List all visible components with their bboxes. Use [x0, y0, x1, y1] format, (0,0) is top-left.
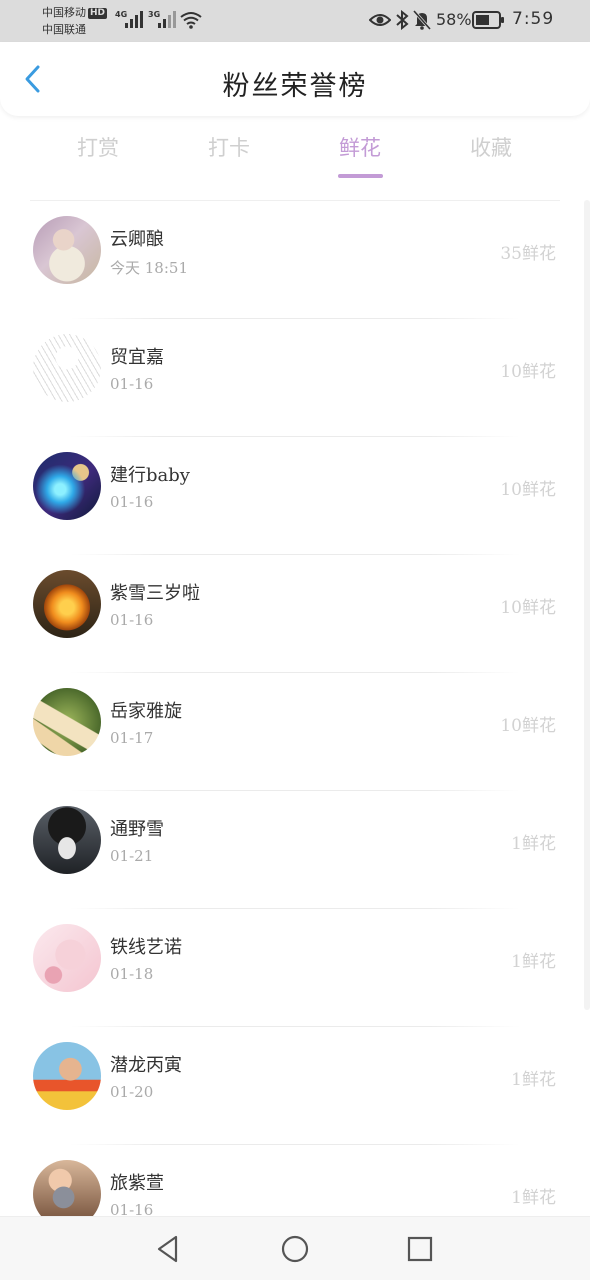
signal-strength-1-icon	[125, 11, 143, 28]
fan-name: 铁线艺诺	[110, 937, 182, 958]
flower-count: 1鲜花	[511, 1070, 556, 1090]
bluetooth-icon	[396, 10, 409, 30]
header: 粉丝荣誉榜	[0, 42, 590, 116]
avatar[interactable]	[33, 806, 101, 874]
fan-name: 岳家雅旋	[110, 701, 182, 722]
carrier-primary-label: 中国移动	[42, 6, 86, 19]
flower-count: 10鲜花	[500, 480, 556, 500]
tab-favorites[interactable]: 收藏	[441, 132, 541, 162]
flower-count: 1鲜花	[511, 834, 556, 854]
fan-name: 潜龙丙寅	[110, 1055, 182, 1076]
fan-name: 通野雪	[110, 819, 164, 840]
bell-muted-icon	[413, 10, 431, 30]
clock: 7:59	[512, 9, 555, 29]
nav-recents-button[interactable]	[402, 1231, 438, 1267]
avatar[interactable]	[33, 216, 101, 284]
fan-date: 今天 18:51	[110, 259, 188, 277]
fan-row[interactable]: 岳家雅旋 01-17 10鲜花	[0, 673, 590, 791]
active-tab-indicator	[338, 174, 383, 178]
avatar[interactable]	[33, 1160, 101, 1216]
fan-date: 01-16	[110, 493, 154, 511]
flower-count: 1鲜花	[511, 952, 556, 972]
home-circle-icon	[281, 1235, 309, 1263]
avatar[interactable]	[33, 1042, 101, 1110]
fan-name: 贸宜嘉	[110, 347, 164, 368]
avatar[interactable]	[33, 334, 101, 402]
fan-name: 建行baby	[110, 465, 190, 486]
tab-reward[interactable]: 打赏	[48, 132, 148, 162]
flower-count: 10鲜花	[500, 362, 556, 382]
fan-row[interactable]: 旅紫萱 01-16 1鲜花	[0, 1145, 590, 1216]
tab-flowers[interactable]: 鲜花	[310, 132, 410, 162]
flower-count: 10鲜花	[500, 716, 556, 736]
fan-date: 01-16	[110, 611, 154, 629]
tab-checkin[interactable]: 打卡	[179, 132, 279, 162]
carrier-primary: 中国移动 HD	[42, 4, 108, 20]
hd-badge: HD	[88, 8, 108, 19]
tab-bar: 打赏 打卡 鲜花 收藏	[0, 124, 590, 186]
avatar[interactable]	[33, 570, 101, 638]
fan-date: 01-16	[110, 1201, 154, 1216]
fan-date: 01-16	[110, 375, 154, 393]
fan-row[interactable]: 建行baby 01-16 10鲜花	[0, 437, 590, 555]
wifi-icon	[180, 12, 202, 29]
recents-square-icon	[407, 1236, 433, 1262]
avatar[interactable]	[33, 452, 101, 520]
fan-row[interactable]: 铁线艺诺 01-18 1鲜花	[0, 909, 590, 1027]
nav-home-button[interactable]	[277, 1231, 313, 1267]
avatar[interactable]	[33, 688, 101, 756]
fan-row[interactable]: 贸宜嘉 01-16 10鲜花	[0, 319, 590, 437]
fan-date: 01-20	[110, 1083, 154, 1101]
fan-name: 紫雪三岁啦	[110, 583, 200, 604]
fan-row[interactable]: 通野雪 01-21 1鲜花	[0, 791, 590, 909]
system-nav-bar	[0, 1216, 590, 1280]
fan-list[interactable]: 云卿酿 今天 18:51 35鲜花 贸宜嘉 01-16 10鲜花 建行baby 01-16 10…	[0, 200, 590, 1216]
eye-comfort-icon	[369, 14, 391, 26]
fan-name: 旅紫萱	[110, 1173, 164, 1194]
flower-count: 10鲜花	[500, 598, 556, 618]
carrier-secondary: 中国联通	[42, 23, 86, 36]
fan-date: 01-18	[110, 965, 154, 983]
fan-row[interactable]: 紫雪三岁啦 01-16 10鲜花	[0, 555, 590, 673]
fan-row[interactable]: 云卿酿今天 18:51 35鲜花	[0, 201, 590, 319]
fan-date: 01-17	[110, 729, 154, 747]
flower-count: 1鲜花	[511, 1188, 556, 1208]
page-title: 粉丝荣誉榜	[222, 71, 368, 102]
fan-row[interactable]: 潜龙丙寅 01-20 1鲜花	[0, 1027, 590, 1145]
flower-count: 35鲜花	[500, 244, 556, 264]
back-triangle-icon	[157, 1235, 178, 1263]
status-bar: 中国移动 HD 中国联通 4G 3G 58% 7:59	[0, 0, 590, 42]
nav-back-button[interactable]	[150, 1231, 186, 1267]
battery-icon	[472, 11, 504, 29]
fan-name: 云卿酿	[110, 229, 164, 250]
avatar[interactable]	[33, 924, 101, 992]
signal-strength-2-icon	[158, 11, 176, 28]
fan-date: 01-21	[110, 847, 154, 865]
battery-percent: 58%	[436, 10, 472, 29]
